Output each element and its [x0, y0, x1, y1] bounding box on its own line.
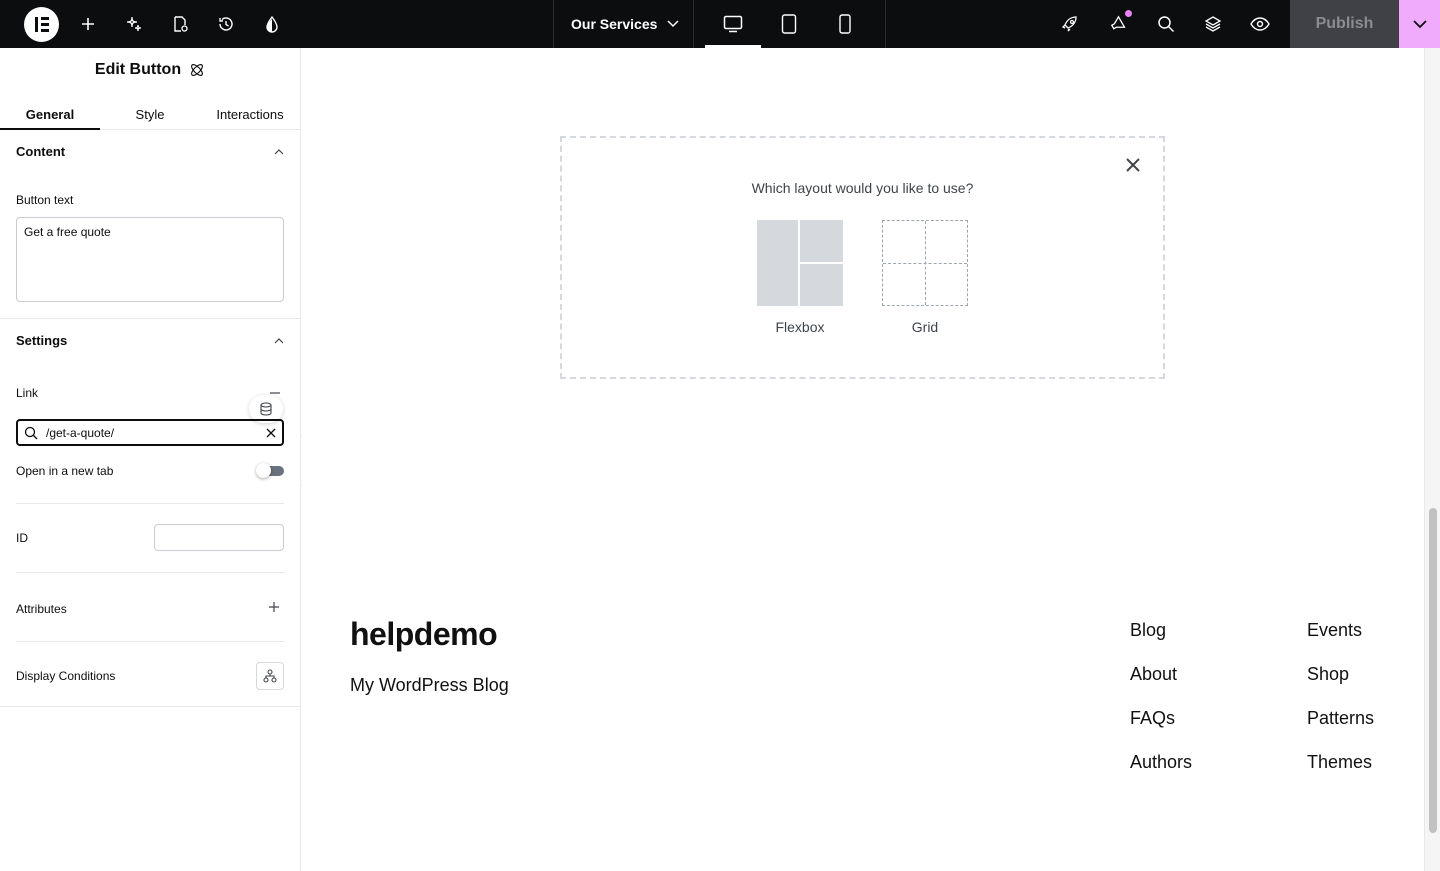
structure-icon[interactable]: [1199, 0, 1227, 48]
canvas-scrollbar[interactable]: [1424, 48, 1440, 871]
clear-icon[interactable]: [266, 428, 276, 438]
flexbox-label: Flexbox: [775, 319, 825, 335]
settings-section-toggle[interactable]: Settings: [16, 333, 284, 348]
tab-style[interactable]: Style: [100, 100, 200, 129]
footer-link-events[interactable]: Events: [1307, 620, 1362, 641]
id-field[interactable]: [154, 524, 284, 551]
page-selector[interactable]: Our Services: [554, 0, 693, 48]
attributes-label: Attributes: [16, 602, 67, 616]
add-attribute-icon[interactable]: [268, 601, 280, 613]
tab-general[interactable]: General: [0, 100, 100, 130]
flexbox-layout-icon: [757, 220, 843, 306]
tablet-icon[interactable]: [761, 0, 817, 48]
chevron-up-icon: [274, 337, 284, 343]
id-label: ID: [16, 531, 28, 545]
footer-link-shop[interactable]: Shop: [1307, 664, 1349, 685]
elementor-logo-icon[interactable]: [24, 7, 59, 42]
button-text-label: Button text: [16, 193, 74, 207]
rocket-icon[interactable]: [1056, 0, 1084, 48]
footer-link-about[interactable]: About: [1130, 664, 1177, 685]
link-label: Link: [16, 386, 39, 400]
divider: [885, 0, 886, 48]
tab-interactions[interactable]: Interactions: [200, 100, 300, 129]
settings-section-title: Settings: [16, 333, 68, 348]
grid-label: Grid: [911, 319, 939, 335]
divider: [0, 318, 300, 319]
content-section-title: Content: [16, 144, 66, 159]
add-element-icon[interactable]: [74, 0, 102, 48]
grid-layout-icon: [882, 220, 968, 306]
atomic-element-icon: [191, 64, 204, 76]
footer-link-patterns[interactable]: Patterns: [1307, 708, 1374, 729]
link-field[interactable]: [16, 419, 284, 446]
flexbox-option[interactable]: Flexbox: [757, 220, 843, 335]
chevron-down-icon: [1412, 19, 1427, 28]
divider: [693, 0, 694, 48]
toggle-knob: [256, 463, 271, 478]
chevron-down-icon: [667, 20, 679, 28]
minus-icon[interactable]: [270, 392, 280, 394]
divider: [16, 503, 284, 504]
new-tab-label: Open in a new tab: [16, 464, 114, 478]
ai-sparkle-icon[interactable]: [120, 0, 148, 48]
editor-panel: Edit Button General Style Interactions C…: [0, 48, 301, 871]
mobile-icon[interactable]: [817, 0, 873, 48]
footer-link-blog[interactable]: Blog: [1130, 620, 1166, 641]
display-conditions-button[interactable]: [256, 662, 284, 690]
preview-icon[interactable]: [1246, 0, 1274, 48]
whats-new-icon[interactable]: [1104, 0, 1132, 48]
close-icon[interactable]: [1125, 157, 1141, 173]
button-text-field[interactable]: Get a free quote: [16, 217, 284, 302]
history-icon[interactable]: [212, 0, 240, 48]
page-name: Our Services: [571, 16, 658, 32]
database-icon: [260, 402, 272, 416]
scrollbar-thumb[interactable]: [1429, 508, 1437, 833]
search-icon[interactable]: [1152, 0, 1180, 48]
notification-dot: [1125, 10, 1132, 17]
site-title[interactable]: helpdemo: [350, 616, 498, 653]
site-settings-icon[interactable]: [258, 0, 286, 48]
desktop-icon[interactable]: [705, 0, 761, 48]
panel-header: Edit Button: [0, 61, 300, 79]
panel-tabs: General Style Interactions: [0, 100, 300, 130]
site-tagline: My WordPress Blog: [350, 675, 509, 695]
footer-link-faqs[interactable]: FAQs: [1130, 708, 1175, 729]
display-conditions-label: Display Conditions: [16, 669, 116, 683]
chevron-up-icon: [274, 148, 284, 154]
footer-link-themes[interactable]: Themes: [1307, 752, 1372, 773]
panel-title: Edit Button: [94, 61, 182, 78]
divider: [0, 706, 300, 707]
divider: [16, 572, 284, 573]
publish-button[interactable]: Publish: [1290, 0, 1399, 48]
page-settings-icon[interactable]: [166, 0, 194, 48]
top-bar: Our Services Publish: [0, 0, 1440, 48]
sitemap-icon: [263, 669, 277, 683]
grid-option[interactable]: Grid: [882, 220, 968, 335]
link-input[interactable]: [46, 425, 258, 440]
layout-prompt: Which layout would you like to use?: [751, 180, 974, 196]
publish-options-button[interactable]: [1399, 0, 1440, 48]
layout-selector: Which layout would you like to use? Flex…: [560, 136, 1165, 379]
divider: [16, 641, 284, 642]
new-tab-toggle[interactable]: [256, 463, 284, 478]
content-section-toggle[interactable]: Content: [16, 144, 284, 159]
footer-link-authors[interactable]: Authors: [1130, 752, 1192, 773]
search-icon: [24, 426, 38, 439]
